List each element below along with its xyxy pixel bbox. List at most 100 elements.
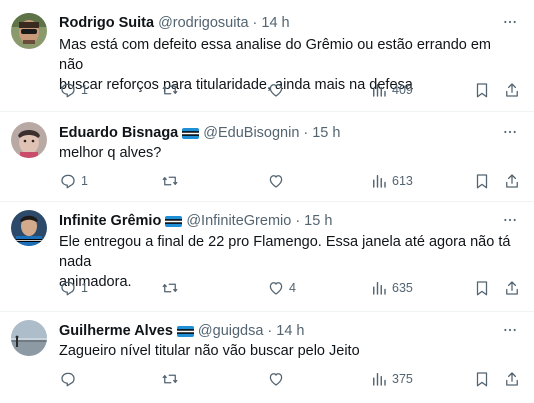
timestamp[interactable]: 14 h [261,15,289,31]
display-name[interactable]: Rodrigo Suita [59,15,154,31]
retweet-icon [161,81,179,99]
action-bar: 1 4 635 [59,278,521,298]
like-button[interactable]: 4 [267,278,296,298]
action-bar: 1 409 [59,80,521,100]
views-button[interactable]: 613 [370,171,413,191]
analytics-bars-icon [370,172,388,190]
views-button[interactable]: 635 [370,278,413,298]
heart-icon [267,370,285,388]
like-button[interactable] [267,171,289,191]
tweet-header: Infinite Grêmio @InfiniteGremio · 15 h [59,211,494,231]
reply-count: 1 [81,174,88,188]
tweet-text-line: Ele entregou a final de 22 pro Flamengo.… [59,234,511,270]
share-button[interactable] [503,369,521,389]
tweet-header: Rodrigo Suita @rodrigosuita · 14 h [59,13,494,33]
more-icon[interactable] [500,124,520,140]
more-icon[interactable] [500,322,520,338]
timestamp[interactable]: 14 h [276,323,304,339]
reply-icon [59,81,77,99]
timestamp[interactable]: 15 h [312,125,340,141]
reply-icon [59,370,77,388]
share-button[interactable] [503,278,521,298]
retweet-button[interactable] [161,278,183,298]
tweet-text: melhor q alves? [59,143,514,163]
action-bar: 375 [59,369,521,389]
avatar[interactable] [11,320,47,356]
display-name[interactable]: Eduardo Bisnaga [59,125,178,141]
tweet-header: Eduardo Bisnaga @EduBisognin · 15 h [59,123,494,143]
tweet-text-line: melhor q alves? [59,145,162,161]
like-count: 4 [289,281,296,295]
retweet-button[interactable] [161,369,183,389]
view-count: 409 [392,83,413,97]
avatar[interactable] [11,13,47,49]
avatar-photo [11,320,47,356]
reply-count: 1 [81,83,88,97]
avatar[interactable] [11,122,47,158]
view-count: 613 [392,174,413,188]
view-count: 375 [392,372,413,386]
handle[interactable]: @InfiniteGremio [186,213,291,229]
like-button[interactable] [267,80,289,100]
separator-dot: · [295,213,301,229]
tweet[interactable]: Eduardo Bisnaga @EduBisognin · 15 h melh… [0,112,534,202]
reply-icon [59,172,77,190]
retweet-icon [161,370,179,388]
bookmark-icon [473,370,491,388]
avatar-photo [11,210,47,246]
action-bar: 1 613 [59,171,521,191]
tweet[interactable]: Rodrigo Suita @rodrigosuita · 14 h Mas e… [0,0,534,112]
retweet-button[interactable] [161,80,183,100]
tweet-text-line: Zagueiro nível titular não vão buscar pe… [59,343,360,359]
analytics-bars-icon [370,370,388,388]
bookmark-icon [473,279,491,297]
more-icon[interactable] [500,212,520,228]
share-icon [503,172,521,190]
heart-icon [267,279,285,297]
retweet-icon [161,279,179,297]
display-name[interactable]: Infinite Grêmio [59,213,161,229]
handle[interactable]: @EduBisognin [203,125,299,141]
views-button[interactable]: 375 [370,369,413,389]
bookmark-icon [473,81,491,99]
avatar-photo [11,122,47,158]
bookmark-button[interactable] [473,80,491,100]
retweet-button[interactable] [161,171,183,191]
share-button[interactable] [503,171,521,191]
share-icon [503,279,521,297]
tweet[interactable]: Infinite Grêmio @InfiniteGremio · 15 h E… [0,202,534,312]
avatar-photo [11,13,47,49]
view-count: 635 [392,281,413,295]
handle[interactable]: @rodrigosuita [158,15,248,31]
retweet-icon [161,172,179,190]
reply-feed: Rodrigo Suita @rodrigosuita · 14 h Mas e… [0,0,534,403]
gremio-flag-icon [182,127,200,139]
reply-button[interactable]: 1 [59,278,88,298]
share-icon [503,370,521,388]
bookmark-icon [473,172,491,190]
like-button[interactable] [267,369,289,389]
reply-count: 1 [81,281,88,295]
separator-dot: · [252,15,258,31]
reply-button[interactable]: 1 [59,171,88,191]
share-button[interactable] [503,80,521,100]
reply-button[interactable] [59,369,81,389]
display-name[interactable]: Guilherme Alves [59,323,173,339]
timestamp[interactable]: 15 h [304,213,332,229]
gremio-flag-icon [176,325,194,337]
gremio-flag-icon [165,215,183,227]
bookmark-button[interactable] [473,278,491,298]
heart-icon [267,172,285,190]
bookmark-button[interactable] [473,171,491,191]
separator-dot: · [267,323,273,339]
heart-icon [267,81,285,99]
handle[interactable]: @guigdsa [198,323,264,339]
views-button[interactable]: 409 [370,80,413,100]
tweet[interactable]: Guilherme Alves @guigdsa · 14 h Zagueiro… [0,312,534,403]
bookmark-button[interactable] [473,369,491,389]
analytics-bars-icon [370,81,388,99]
avatar[interactable] [11,210,47,246]
share-icon [503,81,521,99]
reply-button[interactable]: 1 [59,80,88,100]
more-icon[interactable] [500,14,520,30]
